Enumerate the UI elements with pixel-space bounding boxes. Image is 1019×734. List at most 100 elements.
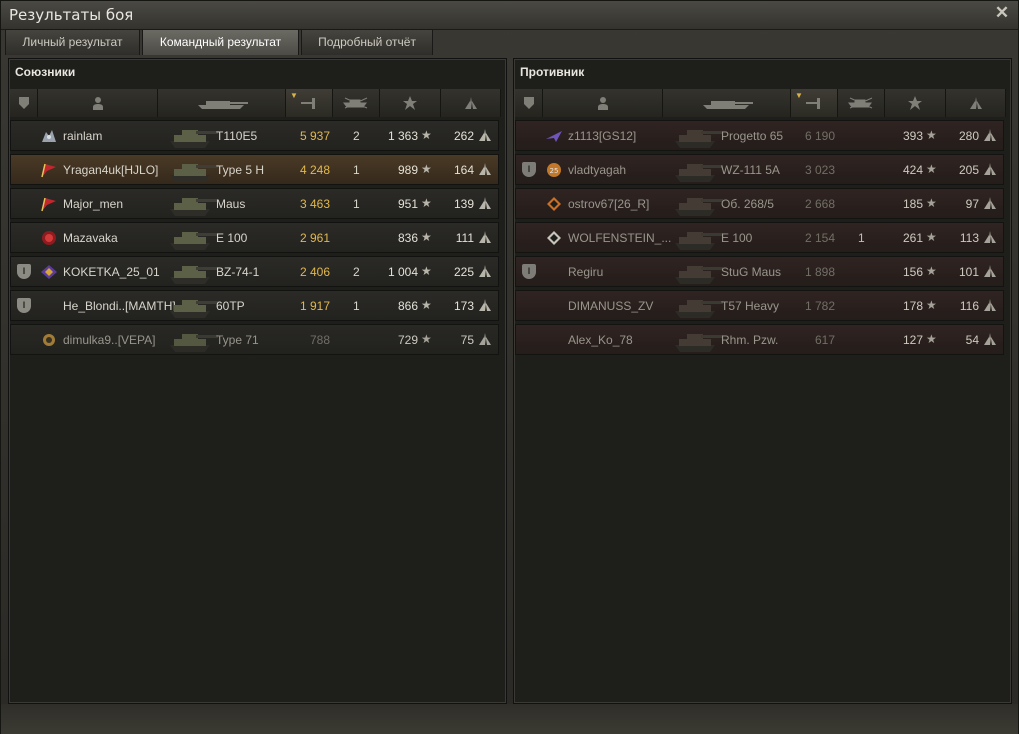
tab-team-result[interactable]: Командный результат [142,29,299,55]
damage-value: 617 [814,333,835,347]
xp-value: 729 [397,333,418,347]
rating-column-header[interactable] [441,89,501,117]
star-icon: ★ [926,332,937,346]
player-row[interactable]: DIMANUSS_ZV T57 Heavy 1 782 178 ★ 116 [515,290,1004,321]
orange-25-badge-icon: 25 [545,162,563,178]
tank-name: 60TP [216,299,245,313]
sort-desc-icon: ▼ [290,91,298,100]
rating-value: 139 [453,197,474,211]
player-name: Yragan4uk[HJLO] [63,163,159,177]
allies-title: Союзники [15,65,76,79]
star-icon: ★ [926,162,937,176]
tab-personal-result[interactable]: Личный результат [5,29,140,55]
red-flag-badge-icon [40,162,58,178]
star-icon [908,96,922,110]
player-row[interactable]: Mazavaka E 100 2 961 836 ★ 111 [10,222,499,253]
player-row[interactable]: Alex_Ko_78 Rhm. Pzw. 617 127 ★ 54 [515,324,1004,355]
xp-column-header[interactable] [885,89,946,117]
tank-name: Maus [216,197,246,211]
tank-name: Progetto 65 [721,129,784,143]
vehicle-column-header[interactable] [158,89,286,117]
xp-value: 1 363 [387,129,418,143]
tank-icon [671,191,723,218]
damage-value: 5 937 [299,129,330,143]
xp-value: 261 [902,231,923,245]
rating-column-header[interactable] [946,89,1006,117]
tank-icon [166,123,218,150]
destroyed-tank-icon [343,97,368,109]
player-row[interactable]: rainlam T110E5 5 937 2 1 363 ★ 262 [10,120,499,151]
rank-icon [479,129,491,141]
player-row[interactable]: z1113[GS12] Progetto 65 6 190 393 ★ 280 [515,120,1004,151]
allies-panel: Союзники ▼ rainlam T110E5 5 937 2 1 363 … [8,58,507,704]
platoon-column-header[interactable] [10,89,38,117]
player-row[interactable]: Major_men Maus 3 463 1 951 ★ 139 [10,188,499,219]
star-icon: ★ [421,264,432,278]
platoon-icon: I [522,264,536,279]
rank-icon [464,97,477,109]
star-icon: ★ [421,298,432,312]
frags-column-header[interactable] [333,89,380,117]
rank-icon [984,333,996,345]
rank-icon [479,163,491,175]
tank-name: Type 71 [216,333,259,347]
rank-icon [969,97,982,109]
player-row[interactable]: I 25 vladtyagah WZ-111 5A 3 023 424 ★ 205 [515,154,1004,185]
player-row[interactable]: I He_Blondi..[MAMTH] 60TP 1 917 1 866 ★ 173 [10,290,499,321]
player-row[interactable]: ostrov67[26_R] Об. 268/5 2 668 185 ★ 97 [515,188,1004,219]
star-icon: ★ [926,230,937,244]
platoon-column-header[interactable] [515,89,543,117]
tank-name: E 100 [721,231,753,245]
rank-icon [984,299,996,311]
damage-column-header[interactable]: ▼ [791,89,838,117]
star-icon: ★ [421,162,432,176]
rank-icon [479,231,491,243]
red-flag-badge-icon [40,196,58,212]
xp-column-header[interactable] [380,89,441,117]
rank-icon [984,265,996,277]
platoon-icon: I [522,162,536,177]
tank-icon [166,225,218,252]
sort-desc-icon: ▼ [795,91,803,100]
star-icon [403,96,417,110]
xp-value: 836 [397,231,418,245]
rating-value: 262 [453,129,474,143]
vehicle-column-header[interactable] [663,89,791,117]
damage-value: 2 406 [299,265,330,279]
shield-icon [523,97,534,109]
red-circle-badge-icon [40,230,58,246]
rating-value: 97 [965,197,979,211]
tank-icon [671,259,723,286]
close-icon[interactable]: ✕ [992,3,1012,23]
xp-value: 178 [902,299,923,313]
tank-icon [197,101,248,109]
rating-value: 101 [958,265,979,279]
damage-icon [301,98,315,109]
rating-value: 164 [453,163,474,177]
frags-column-header[interactable] [838,89,885,117]
battle-results-window: Результаты боя ✕ Личный результат Команд… [0,0,1019,734]
player-row[interactable]: dimulka9..[VEPA] Type 71 788 729 ★ 75 [10,324,499,355]
tab-detailed-report[interactable]: Подробный отчёт [301,29,433,55]
damage-value: 6 190 [804,129,835,143]
damage-column-header[interactable]: ▼ [286,89,333,117]
player-name: rainlam [63,129,103,143]
star-icon: ★ [421,196,432,210]
destroyed-tank-icon [848,97,873,109]
diamond-orange-badge-icon [545,196,563,212]
player-row[interactable]: I Regiru StuG Maus 1 898 156 ★ 101 [515,256,1004,287]
player-row[interactable]: I KOKETKA_25_01 BZ-74-1 2 406 2 1 004 ★ 225 [10,256,499,287]
xp-value: 127 [902,333,923,347]
tank-name: StuG Maus [721,265,782,279]
svg-text:25: 25 [550,167,559,175]
star-icon: ★ [421,128,432,142]
player-column-header[interactable] [38,89,158,117]
player-name: He_Blondi..[MAMTH] [63,299,176,313]
player-row[interactable]: Yragan4uk[HJLO] Type 5 H 4 248 1 989 ★ 164 [10,154,499,185]
rating-value: 116 [959,299,979,313]
rating-value: 280 [958,129,979,143]
rating-value: 113 [959,231,979,245]
player-row[interactable]: WOLFENSTEIN_... E 100 2 154 1 261 ★ 113 [515,222,1004,253]
star-icon: ★ [926,298,937,312]
player-column-header[interactable] [543,89,663,117]
